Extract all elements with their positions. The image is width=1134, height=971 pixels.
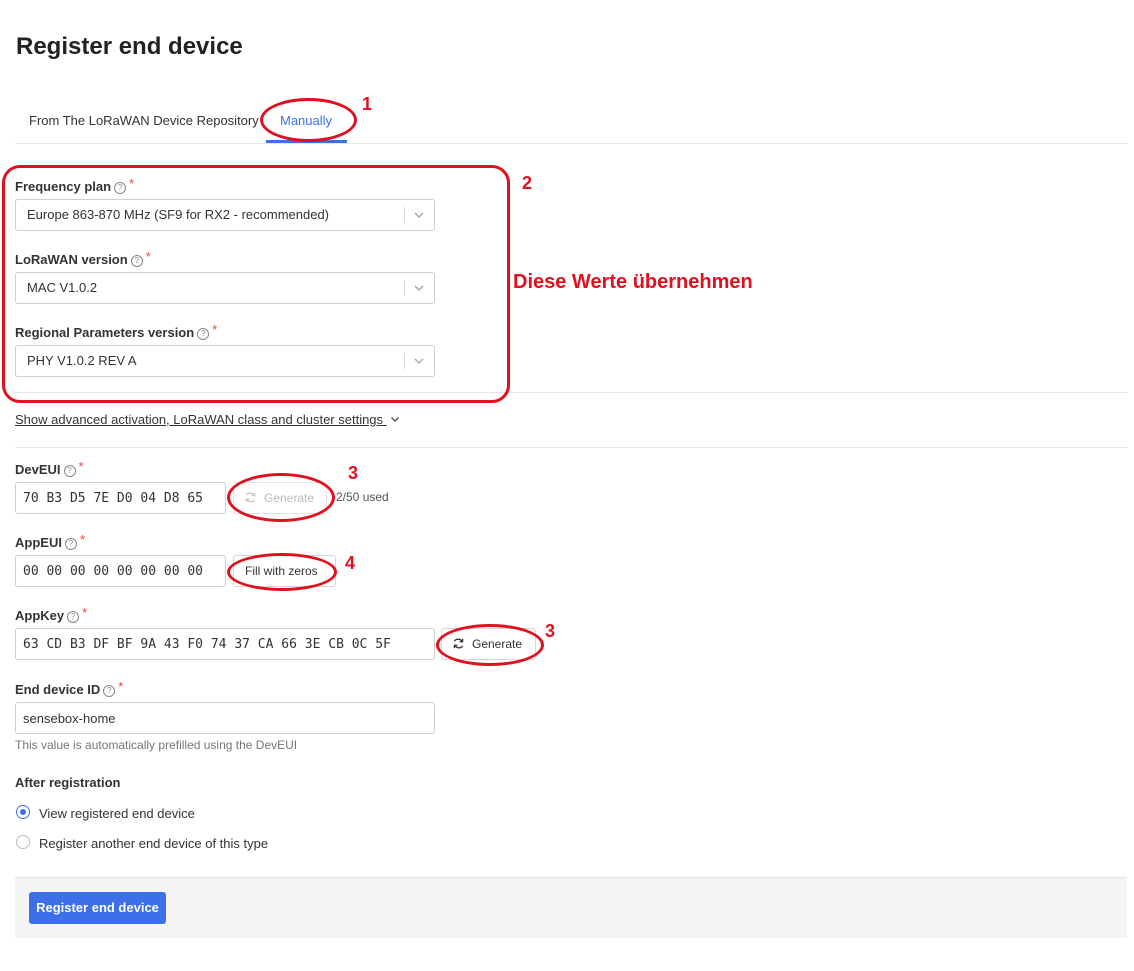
end-device-id-hint: This value is automatically prefilled us… xyxy=(15,738,298,752)
register-end-device-button[interactable]: Register end device xyxy=(29,892,166,924)
annotation-number-3: 3 xyxy=(348,463,359,483)
appeui-input[interactable]: 00 00 00 00 00 00 00 00 xyxy=(15,555,226,587)
annotation-number-2: 2 xyxy=(522,173,533,193)
annotation-box-settings xyxy=(2,165,510,403)
annotation-oval-fill-zeros xyxy=(227,553,337,591)
page-title: Register end device xyxy=(16,33,243,60)
radio-register-another-label[interactable]: Register another end device of this type xyxy=(39,836,268,851)
after-registration-label: After registration xyxy=(15,775,121,790)
radio-view-registered-label[interactable]: View registered end device xyxy=(39,806,195,821)
tab-device-repository[interactable]: From The LoRaWAN Device Repository xyxy=(29,113,259,128)
divider xyxy=(15,447,1127,448)
required-marker: * xyxy=(78,459,84,474)
appeui-value: 00 00 00 00 00 00 00 00 xyxy=(23,564,204,579)
help-icon[interactable]: ? xyxy=(103,685,116,697)
radio-register-another[interactable] xyxy=(16,835,30,849)
required-marker: * xyxy=(118,679,124,694)
advanced-settings-toggle[interactable]: Show advanced activation, LoRaWAN class … xyxy=(15,412,400,427)
help-icon[interactable]: ? xyxy=(67,611,80,623)
help-icon[interactable]: ? xyxy=(63,465,76,477)
end-device-id-label: End device ID? * xyxy=(15,679,124,697)
annotation-number-1: 1 xyxy=(362,94,373,114)
annotation-number-3-appkey: 3 xyxy=(545,621,556,641)
deveui-usage-count: 2/50 used xyxy=(336,490,389,504)
annotation-number-4: 4 xyxy=(345,553,356,573)
end-device-id-input[interactable]: sensebox-home xyxy=(15,702,435,734)
annotation-oval-appkey-generate xyxy=(436,624,544,666)
appkey-input[interactable]: 63 CD B3 DF BF 9A 43 F0 74 37 CA 66 3E C… xyxy=(15,628,435,660)
help-icon[interactable]: ? xyxy=(64,538,77,550)
annotation-oval-deveui-generate xyxy=(227,473,335,522)
appkey-label: AppKey? * xyxy=(15,605,88,623)
annotation-oval-manually xyxy=(260,98,357,142)
appeui-label: AppEUI? * xyxy=(15,532,86,550)
end-device-id-value: sensebox-home xyxy=(23,711,116,726)
chevron-down-icon[interactable] xyxy=(390,414,400,424)
appkey-value: 63 CD B3 DF BF 9A 43 F0 74 37 CA 66 3E C… xyxy=(23,637,391,652)
deveui-input[interactable]: 70 B3 D5 7E D0 04 D8 65 xyxy=(15,482,226,514)
deveui-label: DevEUI? * xyxy=(15,459,84,477)
form-footer xyxy=(15,877,1127,938)
divider xyxy=(15,143,1127,144)
annotation-note: Diese Werte übernehmen xyxy=(513,271,753,293)
radio-view-registered[interactable] xyxy=(16,805,30,819)
deveui-value: 70 B3 D5 7E D0 04 D8 65 xyxy=(23,491,204,506)
required-marker: * xyxy=(82,605,88,620)
required-marker: * xyxy=(79,532,86,547)
